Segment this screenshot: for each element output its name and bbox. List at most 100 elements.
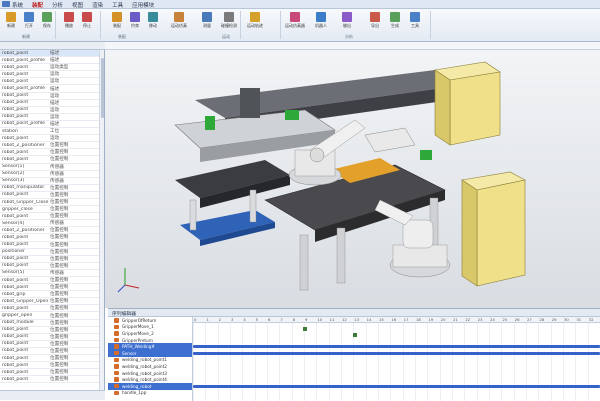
property-row[interactable]: robot_point_profile 描述 [0,85,104,93]
property-row[interactable]: Sensor[5] 传感器 [0,270,104,277]
sequence-row[interactable]: PATH_Welding# [108,343,192,350]
grid-line [193,323,194,401]
ribbon-button[interactable]: 机器人 [314,12,328,32]
menu-item[interactable]: 应用模块 [132,1,154,9]
ribbon-button[interactable]: 碰撞检测 [221,12,237,32]
property-row[interactable]: robot_point 位置控制 [0,149,104,157]
property-row[interactable]: robot_point 运动 [0,78,104,86]
ribbon-button[interactable]: 装配 [110,12,124,32]
sequence-row[interactable]: handle_1pp [108,390,192,397]
ribbon-button[interactable]: 打开 [22,12,36,32]
ribbon-button[interactable]: 移动 [146,12,160,32]
property-row[interactable]: robot_point 运动 [0,135,104,143]
property-row[interactable]: robot_Gripper_Close 位置控制 [0,199,104,207]
property-row[interactable]: positioner 位置控制 [0,249,104,256]
property-row[interactable]: gripper_open 位置控制 [0,312,104,320]
property-row[interactable]: robot_point 位置控制 [0,348,104,356]
sequence-row[interactable]: GripperPreturn [108,337,192,344]
property-row[interactable]: robot_point 运动类型 [0,64,104,72]
scrollbar-thumb[interactable] [101,58,104,118]
ribbon-button[interactable]: 工具 [408,12,422,32]
property-row[interactable]: Sensor[1] 传感器 [0,164,104,171]
keyframe-marker[interactable] [303,327,307,331]
robot-cell-model[interactable] [105,50,600,308]
sequence-row[interactable]: welding_robot_point4 [108,376,192,383]
ribbon-button[interactable]: 新建 [4,12,18,32]
property-row[interactable]: robot_point 运动 [0,107,104,114]
ribbon-button[interactable]: 运动仿真器 [285,12,305,32]
sequence-row[interactable]: welding_robot [108,382,192,390]
property-row[interactable]: robot_grip 位置控制 [0,291,104,299]
property-row[interactable]: robot_point 运动 [0,93,104,100]
sequence-row[interactable]: GripperMove_2 [108,330,192,337]
property-row[interactable]: robot_point 位置控制 [0,334,104,341]
property-row[interactable]: robot_point 位置控制 [0,277,104,285]
ribbon-button[interactable]: 保存 [40,12,54,32]
timeline-bar[interactable] [193,351,600,355]
property-row[interactable]: robot_point 位置控制 [0,376,104,384]
sequence-row[interactable]: GripperOfReturn [108,317,192,324]
property-row[interactable]: robot_point 位置控制 [0,305,104,313]
timeline-bar[interactable] [193,384,600,388]
sequence-row[interactable]: welding_robot_point2 [108,363,192,370]
ribbon-button[interactable]: 生成 [388,12,402,32]
ribbon-button[interactable]: 测量 [200,12,214,32]
menu-item[interactable]: 视图 [72,1,83,9]
property-row[interactable]: robot_point 位置控制 [0,341,104,348]
ribbon-button[interactable]: 导出 [368,12,382,32]
property-row[interactable]: Sensor[4] 传感器 [0,220,104,228]
property-row[interactable]: robot_manipulator 位置控制 [0,185,104,192]
property-row[interactable]: robot_point 位置控制 [0,192,104,199]
ribbon-button[interactable]: 输出 [340,12,354,32]
property-row[interactable]: robot_point 位置控制 [0,369,104,377]
property-row[interactable]: robot_point 位置控制 [0,242,104,249]
menu-item[interactable]: 工具 [112,1,123,9]
sequence-row[interactable]: welding_robot_point3 [108,370,192,377]
menu-item[interactable]: 系统 [12,1,23,9]
property-row[interactable]: robot_point 位置控制 [0,256,104,263]
property-row[interactable]: robot_point_profile 描述 [0,121,104,129]
timeline-bar[interactable] [193,345,600,349]
property-row[interactable]: robot_2_positioner 位置控制 [0,142,104,150]
property-row[interactable]: station 工位 [0,128,104,136]
property-row[interactable]: robot_point 描述 [0,100,104,107]
property-row[interactable]: robot_point 描述 [0,50,104,58]
ribbon-button[interactable]: 停止 [80,12,94,32]
sequence-row[interactable]: Sensor [108,349,192,357]
ribbon-button[interactable]: 约束 [128,12,142,32]
keyframe-marker[interactable] [353,333,357,337]
property-row[interactable]: robot_point 位置控制 [0,213,104,221]
menu-item[interactable]: 装配 [32,1,43,9]
property-row[interactable]: gripper_close 位置控制 [0,206,104,214]
menu-item[interactable]: 分析 [52,1,63,9]
ribbon-button[interactable]: 播放 [62,12,76,32]
ribbon-button[interactable]: 运动仿真 [171,12,187,32]
property-row[interactable]: robot_point 位置控制 [0,355,104,363]
timeline-grid[interactable] [193,323,600,401]
property-row[interactable]: Sensor[2] 传感器 [0,171,104,178]
ribbon-button[interactable]: 运动轨迹 [247,12,263,32]
sequence-row[interactable]: welding_robot_point1 [108,357,192,364]
menu-item[interactable]: 渲染 [92,1,103,9]
property-row[interactable]: robot_point 运动 [0,114,104,121]
property-row[interactable]: robot_2_positioner 位置控制 [0,227,104,235]
property-name: robot_module [2,320,34,326]
property-row[interactable]: robot_point 位置控制 [0,156,104,164]
property-name: robot_point [2,192,29,198]
property-row[interactable]: robot_Gripper_Open 位置控制 [0,298,104,306]
property-row[interactable]: robot_point 位置控制 [0,327,104,334]
property-row[interactable]: robot_point 位置控制 [0,284,104,292]
property-row[interactable]: robot_module 位置控制 [0,320,104,327]
property-row[interactable]: robot_point 位置控制 [0,263,104,270]
sequence-row[interactable]: GripperMove_1 [108,324,192,331]
property-row[interactable]: robot_point 运动 [0,71,104,79]
grid-line [415,323,416,401]
property-row[interactable]: Sensor[3] 传感器 [0,178,104,185]
3d-viewport[interactable] [105,50,600,308]
panel-scrollbar[interactable] [99,50,104,390]
app-icon[interactable] [2,1,10,7]
property-row[interactable]: robot_point_profile 描述 [0,57,104,65]
property-value: 位置控制 [50,200,69,206]
property-row[interactable]: robot_point 位置控制 [0,234,104,242]
property-row[interactable]: robot_point 位置控制 [0,362,104,370]
